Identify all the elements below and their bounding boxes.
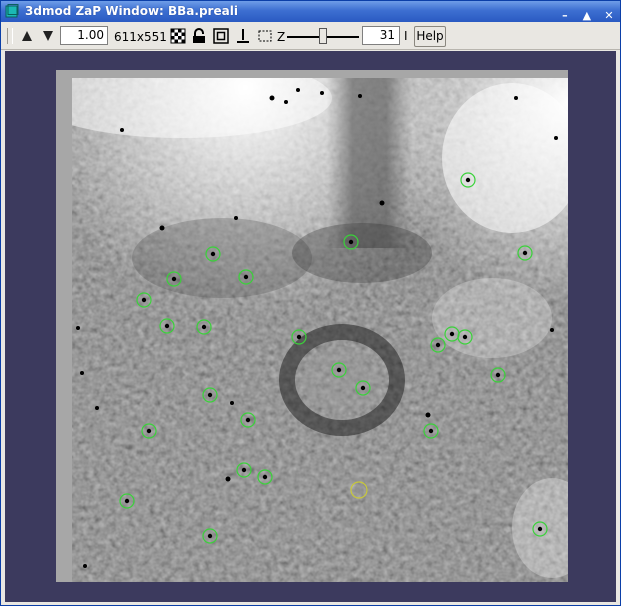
close-button[interactable]: ✕ [602,9,616,23]
gold-bead [449,331,455,337]
title-bar[interactable]: 3dmod ZaP Window: BBa.preali – ▲ ✕ [1,1,620,22]
gold-bead [462,334,468,340]
gold-bead [207,533,213,539]
gold-bead [465,177,471,183]
zoom-down-icon[interactable] [41,28,55,44]
image-frame [56,70,568,582]
gold-bead [336,367,342,373]
toolbar-grip[interactable] [7,28,13,44]
center-icon[interactable] [213,28,229,44]
help-button[interactable]: Help [414,26,446,47]
gold-bead [171,276,177,282]
gold-bead [522,250,528,256]
image-size-label: 611x551 [114,30,167,44]
section-input[interactable]: 31 [362,26,400,45]
gold-bead [262,474,268,480]
gold-bead [243,274,249,280]
lock-icon[interactable] [191,28,207,44]
gold-bead [210,251,216,257]
gold-bead [428,428,434,434]
gold-bead [141,297,147,303]
section-cursor-mark: I [404,29,408,43]
gold-bead [146,428,152,434]
gold-bead [348,239,354,245]
tomogram-image[interactable] [72,78,568,582]
zoom-up-icon[interactable] [20,28,34,44]
checkerboard-icon[interactable] [170,28,186,44]
rubberband-icon[interactable] [257,28,273,44]
insert-icon[interactable] [235,28,251,44]
gold-bead [124,498,130,504]
gold-bead [207,392,213,398]
gold-bead [296,334,302,340]
window-title: 3dmod ZaP Window: BBa.preali [25,4,238,18]
app-3dmod-icon [5,4,19,18]
gold-bead [241,467,247,473]
maximize-button[interactable]: ▲ [580,9,594,23]
gold-bead [164,323,170,329]
minimize-button[interactable]: – [558,9,572,23]
zap-window: 3dmod ZaP Window: BBa.preali – ▲ ✕ 1.00 … [0,0,621,606]
gold-bead [360,385,366,391]
gold-bead [201,324,207,330]
gold-bead [435,342,441,348]
gold-bead [245,417,251,423]
gold-bead [495,372,501,378]
z-label: Z [277,30,286,44]
toolbar: 1.00 611x551 Z 31 I Help [1,23,620,50]
gold-bead [537,526,543,532]
zoom-input[interactable]: 1.00 [60,26,108,45]
image-viewport[interactable] [5,51,616,602]
z-slider-thumb[interactable] [319,28,327,44]
